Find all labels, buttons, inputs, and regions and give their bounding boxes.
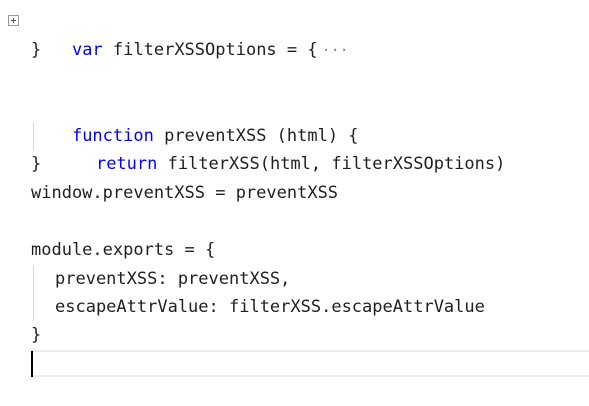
expand-fold-icon[interactable] <box>8 15 19 26</box>
code-line-11: escapeAttrValue: filterXSS.escapeAttrVal… <box>55 297 485 317</box>
code-line-6: } <box>31 154 42 174</box>
keyword-var: var <box>71 40 103 60</box>
code-text: filterXSSOptions = { <box>102 40 318 60</box>
indent-guide <box>33 123 34 151</box>
code-editor[interactable]: var filterXSSOptions = {··· } function p… <box>0 0 589 406</box>
code-line-1: var filterXSSOptions = {··· <box>31 8 349 60</box>
code-text: filterXSS(html, filterXSSOptions) <box>157 154 506 174</box>
text-cursor <box>31 351 33 377</box>
keyword-return: return <box>95 154 158 174</box>
code-line-9: module.exports = { <box>31 240 216 260</box>
current-line-highlight <box>31 350 589 377</box>
code-line-10: preventXSS: preventXSS, <box>55 269 291 289</box>
code-line-2: } <box>31 40 42 60</box>
code-line-7: window.preventXSS = preventXSS <box>31 183 339 203</box>
code-line-12: } <box>31 325 42 345</box>
folded-region-ellipsis[interactable]: ··· <box>322 41 349 59</box>
code-line-4: function preventXSS (html) { <box>31 94 359 146</box>
indent-guide <box>33 265 34 321</box>
code-line-5: return filterXSS(html, filterXSSOptions) <box>55 122 505 174</box>
